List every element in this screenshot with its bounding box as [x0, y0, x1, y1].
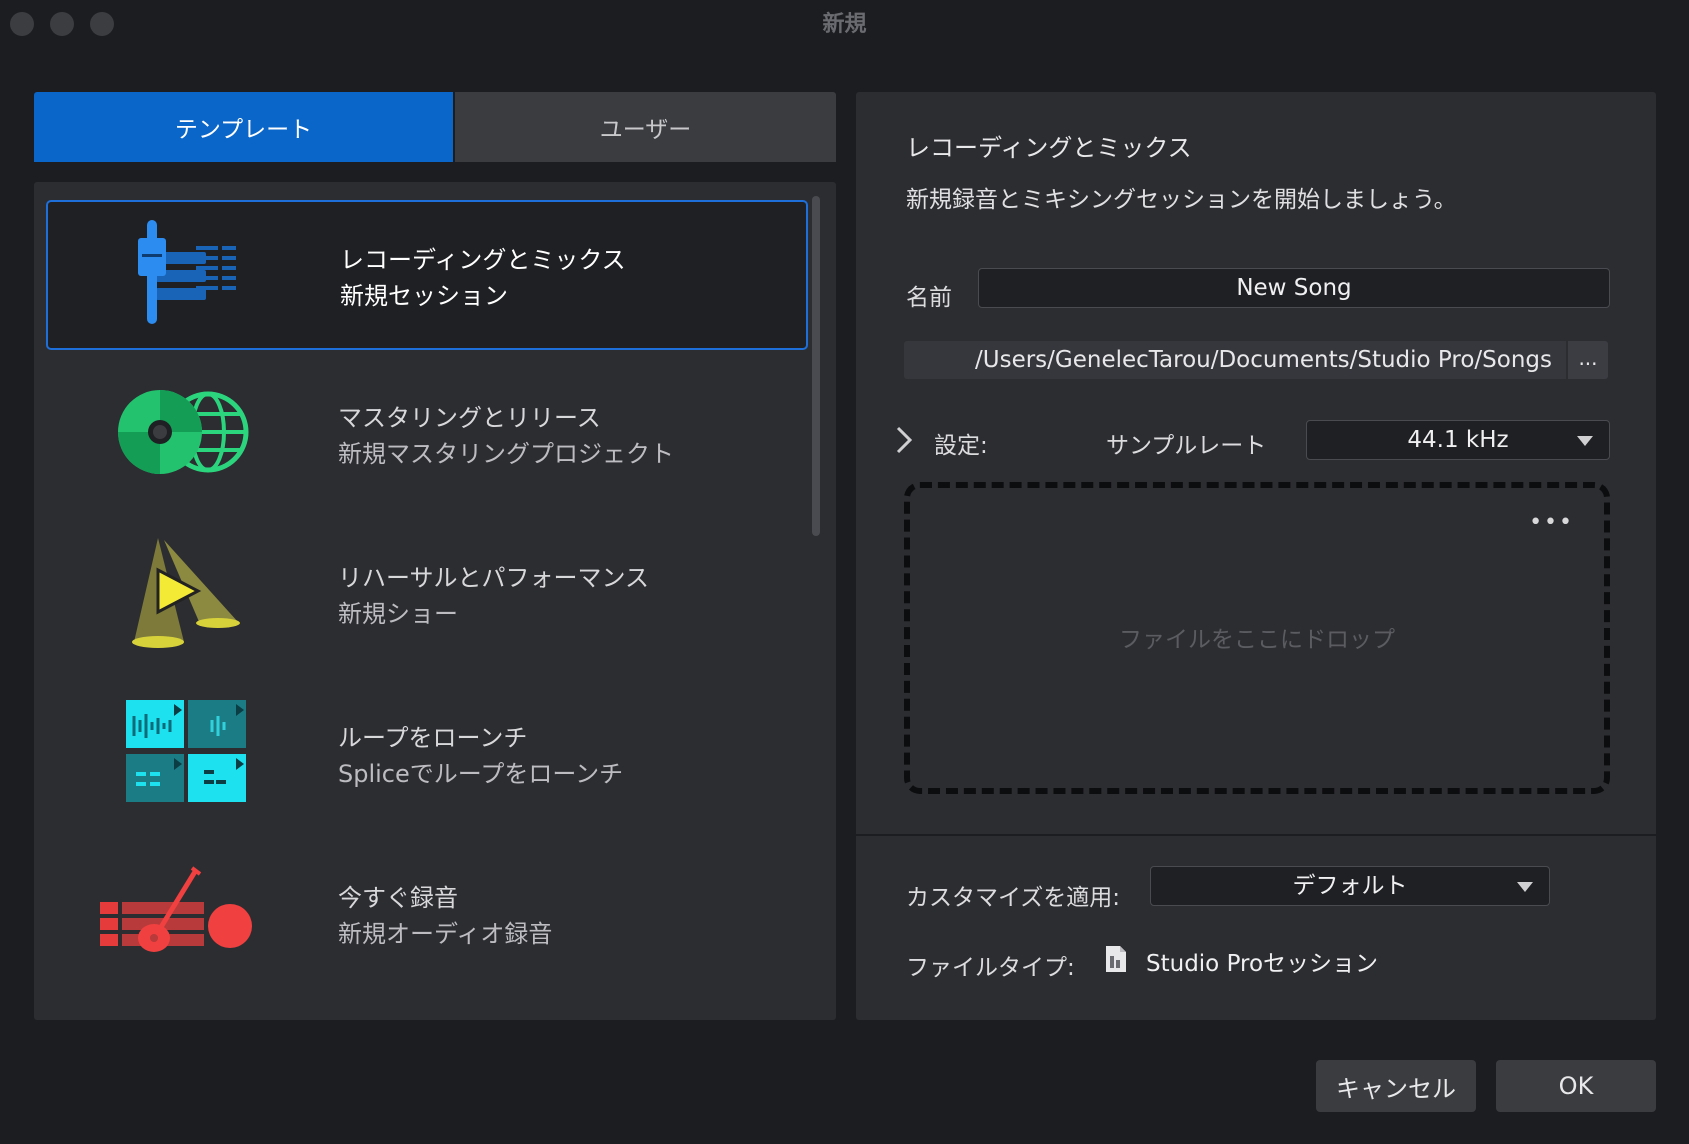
template-list-scrollbar[interactable] — [812, 196, 820, 536]
mixer-fader-icon — [138, 220, 236, 324]
detail-description: 新規録音とミキシングセッションを開始しましょう。 — [906, 187, 1457, 213]
save-path-field[interactable]: /Users/GenelecTarou/Documents/Studio Pro… — [904, 341, 1566, 379]
cancel-button[interactable]: キャンセル — [1316, 1060, 1476, 1112]
template-title: レコーディングとミックス — [340, 246, 626, 274]
filetype-label: ファイルタイプ: — [906, 955, 1075, 981]
template-subtitle: 新規オーディオ録音 — [338, 920, 553, 948]
template-title: 今すぐ録音 — [338, 884, 458, 912]
section-divider — [856, 834, 1656, 836]
drop-zone-hint: ファイルをここにドロップ — [1119, 627, 1395, 653]
template-title: ループをローンチ — [338, 724, 528, 752]
sample-rate-value: 44.1 kHz — [1407, 427, 1509, 453]
browse-path-button[interactable]: ... — [1568, 341, 1608, 379]
title-bar: 新規 — [0, 0, 1689, 50]
template-subtitle: 新規ショー — [338, 600, 458, 628]
template-item-mastering-release[interactable]: マスタリングとリリース 新規マスタリングプロジェクト — [46, 360, 808, 510]
name-label: 名前 — [906, 285, 952, 311]
template-item-text: リハーサルとパフォーマンス 新規ショー — [338, 560, 649, 632]
disc-globe-icon — [118, 390, 249, 474]
template-item-text: レコーディングとミックス 新規セッション — [340, 242, 626, 314]
ok-button[interactable]: OK — [1496, 1060, 1656, 1112]
template-title: リハーサルとパフォーマンス — [338, 564, 650, 592]
template-subtitle: 新規マスタリングプロジェクト — [338, 440, 674, 468]
detail-title: レコーディングとミックス — [906, 134, 1192, 162]
stage-spotlight-play-icon — [132, 538, 240, 648]
template-item-text: 今すぐ録音 新規オーディオ録音 — [338, 880, 552, 952]
template-item-launch-loops[interactable]: ループをローンチ Spliceでループをローンチ — [46, 680, 808, 830]
customize-value: デフォルト — [1292, 873, 1408, 899]
guitar-record-icon — [100, 866, 252, 952]
filetype-value: Studio Proセッション — [1146, 951, 1379, 977]
song-name-input[interactable] — [978, 268, 1610, 308]
template-item-record-now[interactable]: 今すぐ録音 新規オーディオ録音 — [46, 840, 808, 990]
file-drop-zone[interactable]: ••• ファイルをここにドロップ — [904, 482, 1610, 794]
customize-select[interactable]: デフォルト — [1150, 866, 1550, 906]
template-item-text: マスタリングとリリース 新規マスタリングプロジェクト — [338, 400, 674, 472]
sample-rate-label: サンプルレート — [1106, 433, 1267, 459]
tab-user[interactable]: ユーザー — [454, 92, 836, 162]
sample-rate-select[interactable]: 44.1 kHz — [1306, 420, 1610, 460]
loop-grid-icon — [126, 700, 246, 802]
more-options-icon[interactable]: ••• — [1529, 510, 1574, 535]
window-title: 新規 — [822, 12, 867, 37]
document-icon — [1106, 946, 1126, 972]
template-item-rehearsal-performance[interactable]: リハーサルとパフォーマンス 新規ショー — [46, 520, 808, 670]
template-title: マスタリングとリリース — [338, 404, 601, 432]
template-subtitle: 新規セッション — [340, 282, 508, 310]
customize-label: カスタマイズを適用: — [906, 885, 1121, 911]
chevron-down-icon — [1577, 436, 1593, 446]
template-item-recording-mix[interactable]: レコーディングとミックス 新規セッション — [46, 200, 808, 350]
chevron-down-icon — [1517, 882, 1533, 892]
chevron-right-icon[interactable] — [892, 424, 916, 456]
settings-label: 設定: — [934, 433, 988, 459]
template-item-text: ループをローンチ Spliceでループをローンチ — [338, 720, 623, 792]
tab-templates[interactable]: テンプレート — [34, 92, 453, 162]
template-list: レコーディングとミックス 新規セッション マスタリングとリリース 新規マスタリン… — [34, 182, 836, 1020]
template-tabs: テンプレート ユーザー — [34, 92, 836, 162]
new-document-dialog: 新規 テンプレート ユーザー レコーディングとミックス 新規セッション マスタリ… — [0, 0, 1689, 1144]
template-detail-panel: レコーディングとミックス 新規録音とミキシングセッションを開始しましょう。 名前… — [856, 92, 1656, 1020]
template-subtitle: Spliceでループをローンチ — [338, 760, 624, 788]
